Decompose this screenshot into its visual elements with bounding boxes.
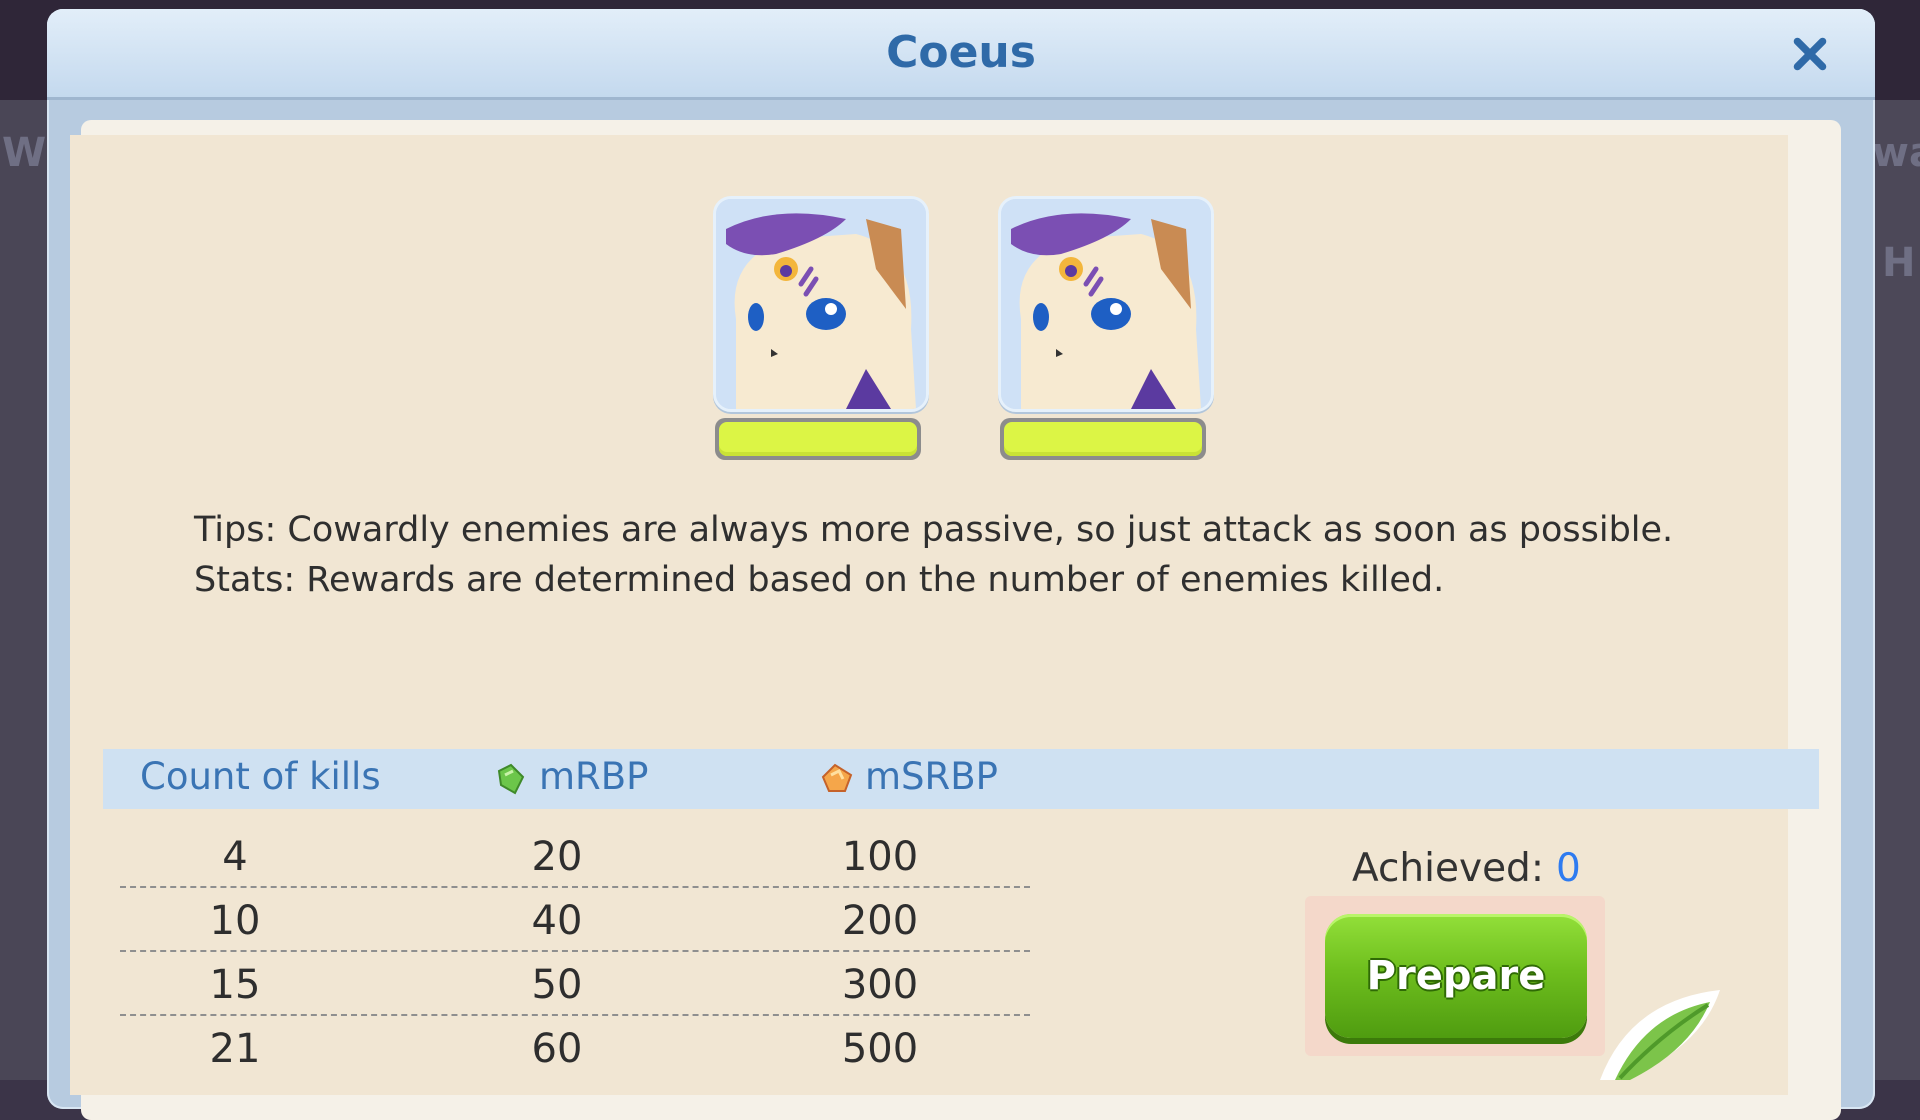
- prepare-button[interactable]: Prepare: [1325, 914, 1587, 1038]
- achieved-label: Achieved:: [1352, 846, 1544, 891]
- modal-title: Coeus: [886, 27, 1036, 78]
- table-row: 4 20 100: [120, 824, 1030, 888]
- enemy-hp-fill: [1004, 422, 1202, 456]
- header-msrbp-label: mSRBP: [865, 755, 998, 798]
- cell-kills: 15: [209, 962, 261, 1008]
- enemy-portrait[interactable]: [713, 196, 929, 412]
- leaf-decoration-icon: [1600, 990, 1720, 1080]
- enemy-hp-bar: [1000, 418, 1206, 460]
- table-row: 15 50 300: [120, 952, 1030, 1016]
- lion-cub-icon: [716, 199, 926, 409]
- cell-msrbp: 200: [841, 898, 919, 944]
- cell-kills: 4: [222, 834, 248, 880]
- cell-kills: 21: [209, 1026, 261, 1072]
- background-text-fragment: wa: [1872, 130, 1920, 176]
- achieved-count: Achieved: 0: [1352, 846, 1581, 891]
- cell-msrbp: 100: [841, 834, 919, 880]
- background-left: [0, 100, 50, 1080]
- orange-gem-icon: [821, 763, 853, 792]
- modal-header: Coeus: [47, 9, 1875, 100]
- table-row: 10 40 200: [120, 888, 1030, 952]
- cell-mrbp: 20: [531, 834, 583, 880]
- tips-text: Tips: Cowardly enemies are always more p…: [194, 505, 1673, 605]
- header-count-of-kills: Count of kills: [140, 755, 381, 798]
- cell-msrbp: 500: [841, 1026, 919, 1072]
- close-icon: [1793, 37, 1827, 71]
- rewards-table-header: Count of kills mRBP mSRBP: [103, 749, 1819, 809]
- green-gem-icon: [497, 763, 525, 794]
- background-text-fragment: W: [2, 130, 47, 176]
- stats-line: Stats: Rewards are determined based on t…: [194, 560, 1445, 600]
- cell-kills: 10: [209, 898, 261, 944]
- background-text-fragment: H: [1882, 240, 1916, 286]
- header-mrbp: mRBP: [493, 755, 648, 798]
- header-mrbp-label: mRBP: [539, 755, 649, 798]
- lion-cub-icon: [1001, 199, 1211, 409]
- prepare-button-label: Prepare: [1366, 953, 1546, 999]
- cell-mrbp: 50: [531, 962, 583, 1008]
- cell-mrbp: 60: [531, 1026, 583, 1072]
- cell-mrbp: 40: [531, 898, 583, 944]
- close-button[interactable]: [1785, 29, 1835, 79]
- enemy-portrait[interactable]: [998, 196, 1214, 412]
- tips-line: Tips: Cowardly enemies are always more p…: [194, 510, 1674, 550]
- enemy-hp-bar: [715, 418, 921, 460]
- header-msrbp: mSRBP: [819, 755, 998, 798]
- enemy-hp-fill: [719, 422, 917, 456]
- cell-msrbp: 300: [841, 962, 919, 1008]
- table-row: 21 60 500: [120, 1016, 1030, 1078]
- achieved-value: 0: [1555, 846, 1581, 891]
